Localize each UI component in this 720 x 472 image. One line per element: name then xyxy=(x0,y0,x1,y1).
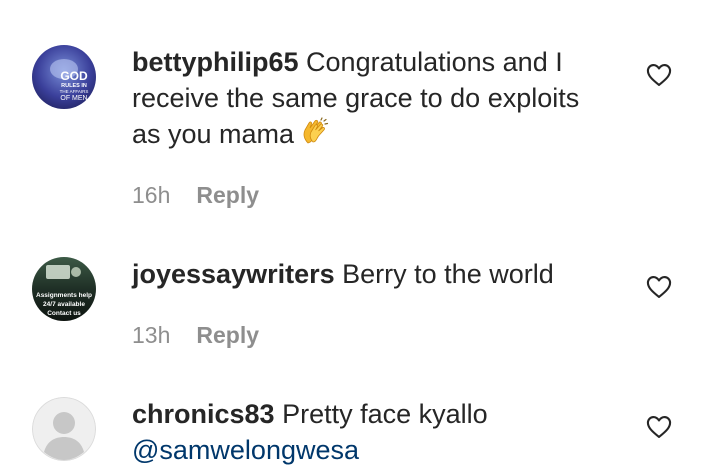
default-avatar-icon xyxy=(32,397,96,461)
avatar[interactable] xyxy=(32,397,96,461)
like-button[interactable] xyxy=(645,413,673,441)
user-mention-link[interactable]: @samwelongwesa xyxy=(132,435,359,465)
comment-item: chronics83 Pretty face kyallo @samwelong… xyxy=(0,0,720,472)
comment-text: Pretty face kyallo xyxy=(282,399,488,429)
comment-body: chronics83 Pretty face kyallo @samwelong… xyxy=(132,396,612,468)
comment-username[interactable]: chronics83 xyxy=(132,399,275,429)
heart-outline-icon xyxy=(646,416,672,438)
